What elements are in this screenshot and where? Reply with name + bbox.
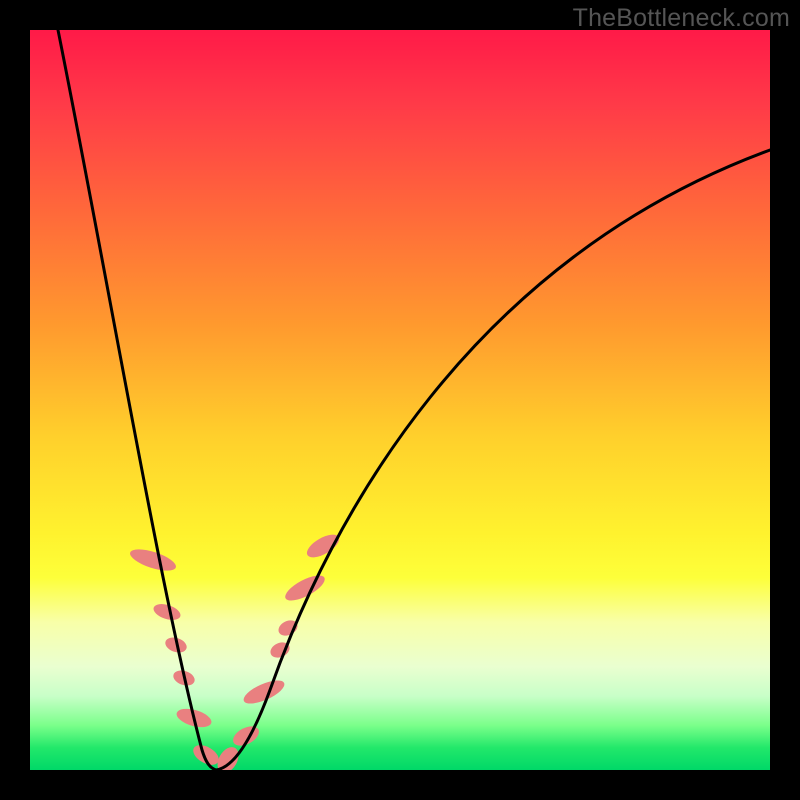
chart-frame xyxy=(30,30,770,770)
data-marker xyxy=(128,545,179,575)
chart-svg xyxy=(30,30,770,770)
curve-right-arm xyxy=(216,150,770,770)
data-marker xyxy=(303,530,342,562)
attribution-text: TheBottleneck.com xyxy=(573,4,790,33)
data-marker xyxy=(230,722,262,749)
data-marker xyxy=(152,601,183,623)
curve-left-arm xyxy=(58,30,216,770)
data-marker xyxy=(190,741,222,769)
curve-layer xyxy=(58,30,770,770)
